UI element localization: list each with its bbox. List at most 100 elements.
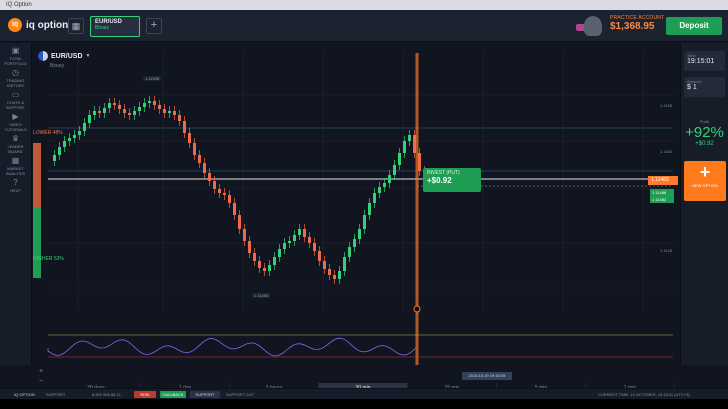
logo-icon: iq — [8, 18, 22, 32]
risk-button[interactable]: RISK — [134, 391, 156, 398]
sidebar-item-label: TOTAL PORTFOLIO — [3, 56, 28, 66]
sidebar-item-6[interactable]: ? HELP — [0, 175, 31, 197]
candle — [388, 175, 391, 183]
grid-icon: ▦ — [71, 21, 81, 31]
candle — [93, 111, 96, 115]
asset-tab-type: Binary — [95, 25, 110, 31]
candle — [168, 111, 171, 113]
candle — [283, 243, 286, 249]
candle — [113, 103, 116, 105]
sidebar-item-label: LEADER BOARD — [7, 144, 24, 154]
right-panel: Time 19:15:01 Amount $ 1 Profit +92% +$0… — [680, 43, 728, 365]
time-value: 19:15:01 — [687, 58, 715, 65]
candle — [148, 101, 151, 103]
sentiment-bar-lower — [33, 143, 41, 208]
sidebar-item-0[interactable]: ▣ TOTAL PORTFOLIO — [0, 43, 31, 66]
amount-field[interactable]: Amount $ 1 — [684, 77, 725, 97]
candle — [368, 203, 371, 215]
add-tab-button[interactable]: + — [146, 18, 162, 34]
candle — [273, 257, 276, 265]
plus-icon: + — [699, 162, 711, 182]
candle — [158, 105, 161, 109]
candle — [393, 165, 396, 175]
candle — [308, 237, 311, 243]
candle — [103, 108, 106, 113]
candle — [253, 253, 256, 261]
calendar-icon: ▦ — [11, 156, 20, 165]
chart-pair[interactable]: EUR/USD ▼ — [38, 51, 90, 61]
candle — [278, 249, 281, 257]
candlestick-chart[interactable] — [33, 43, 675, 365]
candle — [293, 235, 296, 241]
support-button[interactable]: SUPPORT — [190, 391, 220, 398]
candle — [203, 163, 206, 173]
pair-name: EUR/USD — [51, 52, 83, 60]
sidebar-item-1[interactable]: ◷ TRADING HISTORY — [0, 65, 31, 88]
timer-icon — [413, 305, 421, 313]
candle — [143, 103, 146, 107]
account-balance[interactable]: PRACTICE ACCOUNT $1,368.95 — [610, 15, 664, 32]
trophy-icon: ♛ — [11, 134, 20, 143]
axis-label-top: 1.1155 — [660, 103, 672, 108]
candle — [338, 271, 341, 279]
deposit-button[interactable]: Deposit — [666, 17, 722, 35]
candle — [248, 241, 251, 253]
candle — [353, 239, 356, 247]
candle — [358, 229, 361, 239]
assets-grid-button[interactable]: ▦ — [68, 18, 84, 34]
candle — [68, 138, 71, 141]
candle — [408, 135, 411, 141]
chevron-down-icon: ▼ — [85, 53, 91, 59]
callback-button[interactable]: CALLBACK — [160, 391, 186, 398]
high-label: 1.11528 — [143, 76, 162, 81]
candle — [128, 113, 131, 115]
candle — [383, 183, 386, 187]
candle — [403, 141, 406, 153]
candle — [328, 269, 331, 275]
sidebar-item-5[interactable]: ▦ MARKET ANALYSIS — [0, 153, 31, 176]
candle — [378, 187, 381, 193]
sidebar-item-2[interactable]: ▭ CHATS & SUPPORT — [0, 87, 31, 110]
candle — [323, 261, 326, 269]
candle — [108, 103, 111, 108]
candle — [178, 115, 181, 121]
candle — [343, 257, 346, 271]
candle — [243, 229, 246, 241]
candle — [133, 111, 136, 115]
candle — [398, 153, 401, 165]
candle — [73, 135, 76, 138]
candle — [218, 189, 221, 193]
candle — [258, 261, 261, 268]
asset-tab-eurusd[interactable]: EUR/USD Binary — [90, 16, 140, 37]
candle — [223, 193, 226, 195]
candle — [198, 155, 201, 163]
sidebar-item-3[interactable]: ▶ VIDEO TUTORIALS — [0, 109, 31, 132]
time-field[interactable]: Time 19:15:01 — [684, 51, 725, 71]
screen-bottom-edge — [0, 399, 728, 409]
candle — [208, 173, 211, 181]
candle — [318, 251, 321, 261]
candle — [98, 111, 101, 113]
candle — [313, 243, 316, 251]
sidebar-item-label: MARKET ANALYSIS — [5, 166, 26, 176]
zoom-in-icon[interactable]: + — [36, 368, 46, 378]
briefcase-icon: ▣ — [11, 46, 20, 55]
sentiment-bar-higher — [33, 208, 41, 278]
price-chart[interactable] — [33, 43, 675, 365]
pair-type: Binary — [50, 63, 65, 69]
avatar[interactable] — [584, 16, 602, 36]
new-option-button[interactable]: + NEW OPTION — [684, 161, 726, 201]
amount-value: $ 1 — [687, 84, 697, 91]
video-icon: ▶ — [12, 112, 19, 121]
candle — [333, 275, 336, 279]
candle — [348, 247, 351, 257]
candle — [123, 109, 126, 113]
deal-value: +$0.92 — [427, 176, 452, 185]
candle — [238, 215, 241, 229]
deal-profit-box[interactable]: INVEST (PUT) +$0.92 — [423, 168, 481, 192]
logo[interactable]: iq iq option — [8, 18, 68, 32]
app-screen: iq iq option ▦ EUR/USD Binary + PRACTICE… — [0, 10, 728, 399]
zoom-out-icon[interactable]: − — [36, 378, 46, 388]
payout-amount: +$0.92 — [695, 141, 714, 147]
sidebar-item-4[interactable]: ♛ LEADER BOARD — [0, 131, 31, 154]
